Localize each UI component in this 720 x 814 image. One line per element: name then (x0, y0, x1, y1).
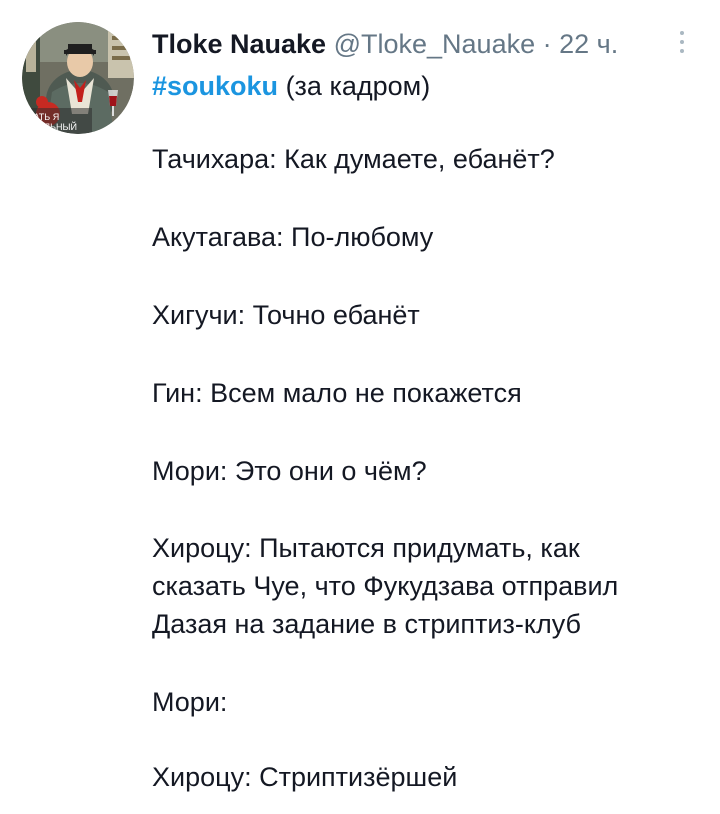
hashtag-link[interactable]: #soukoku (152, 71, 278, 101)
avatar-caption-1: ...АТЬ Я (26, 112, 59, 122)
tweet-line: Гин: Всем мало не покажется (152, 378, 522, 408)
avatar[interactable]: ...АТЬ Я ...ИАЛЬНЫЙ (22, 22, 134, 134)
tweet-line: Акутагава: По-любому (152, 222, 434, 252)
separator-dot: · (542, 29, 552, 59)
hashtag-line: #soukoku (за кадром) (152, 66, 430, 106)
tweet-header: Tloke Nauake @Tloke_Nauake · 22 ч. (152, 24, 672, 64)
avatar-caption-2: ...ИАЛЬНЫЙ (24, 121, 77, 132)
tweet-line: Тачихара: Как думаете, ебанёт? (152, 144, 555, 174)
tweet-line: Мори: Это они о чём? (152, 456, 427, 486)
tweet-line: Хигучи: Точно ебанёт (152, 300, 420, 330)
timestamp[interactable]: 22 ч. (559, 29, 618, 59)
tweet-paragraph: Хироцу: Пытаются придумать, как сказать … (152, 529, 618, 643)
tweet-line: Дазая на задание в стриптиз-клуб (152, 609, 582, 639)
more-dot (680, 49, 684, 53)
hashtag-suffix: (за кадром) (285, 71, 431, 101)
author-handle[interactable]: @Tloke_Nauake (334, 29, 536, 59)
author-name[interactable]: Tloke Nauake (152, 29, 326, 59)
tweet-line: Хироцу: Стриптизёршей (152, 762, 458, 792)
tweet-line: сказать Чуе, что Фукудзава отправил (152, 571, 619, 601)
tweet-line: Хироцу: Пытаются придумать, как (152, 533, 580, 563)
avatar-image: ...АТЬ Я ...ИАЛЬНЫЙ (22, 22, 134, 134)
more-dot (680, 31, 684, 35)
tweet-line: Мори: (152, 687, 228, 717)
tweet: ...АТЬ Я ...ИАЛЬНЫЙ Tloke Nauake @Tloke_… (0, 0, 720, 814)
more-vertical-icon[interactable] (670, 26, 694, 62)
more-dot (680, 40, 684, 44)
